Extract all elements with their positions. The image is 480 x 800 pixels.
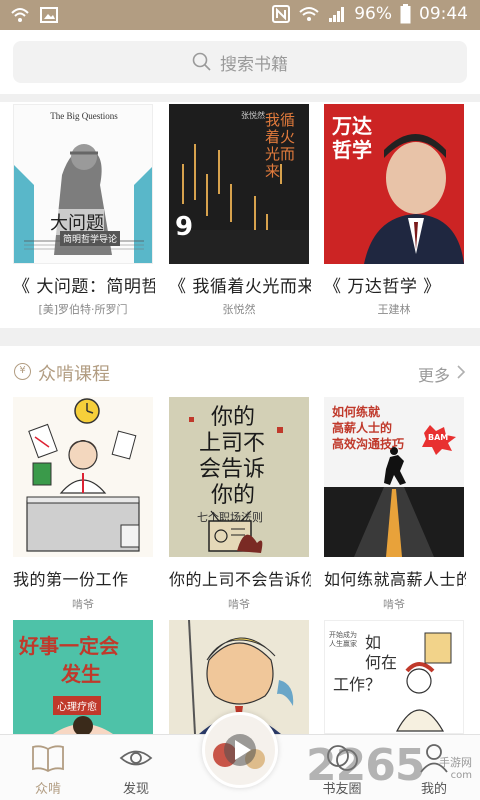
chevron-right-icon[interactable] [456,364,466,380]
course-card[interactable]: 我的第一份工作 啃爷 [13,397,153,612]
eye-icon [119,750,153,766]
course-cover[interactable]: 你的 上司不 会告诉 你的 七个职场法则 [169,397,309,557]
book-title[interactable]: 《 大问题：简明哲学导论 [13,272,155,297]
cover-title: 我循着火光而来 [265,111,296,180]
book-icon [32,745,64,773]
search-area: 搜索书籍 [0,30,480,94]
course-cover[interactable]: 好事一定会 发生 心理疗愈 [13,620,153,734]
coin-icon: ¥ [14,363,31,380]
book-cover[interactable]: 万达哲学 [324,104,464,264]
cover-title-en: The Big Questions [50,111,118,121]
watermark: 2265 手游网 com [306,740,476,796]
watermark-number: 2265 [306,740,425,791]
battery-percent: 96% [354,4,392,24]
cover-line: 如何练就 [332,405,381,419]
course-card[interactable]: 开始成为人生赢家 如 何在 工作？ [324,620,464,734]
search-input[interactable]: 搜索书籍 [13,41,467,83]
cover-number: 9 [175,212,194,242]
battery-icon [400,4,411,24]
course-cover[interactable]: 开始成为人生赢家 如 何在 工作？ [324,620,464,734]
course-title[interactable]: 如何练就高薪人士的高效沟通技巧 [324,566,466,590]
cover-bubble: BAM [428,433,449,442]
book-cover[interactable]: The Big Questions 大问题 简明哲学导论 [13,104,153,264]
book-card[interactable]: 万达哲学 《 万达哲学 》 王建林 [324,104,464,317]
nav-item-zhongken[interactable]: 众啃 [0,735,96,800]
nav-label: 众啃 [34,782,61,797]
course-card[interactable]: 好事一定会 发生 心理疗愈 [13,620,153,734]
book-author: 张悦然 [222,303,256,316]
wifi-icon [11,8,29,22]
watermark-url: com [450,770,472,781]
more-link[interactable]: 更多 [418,362,450,386]
book-title[interactable]: 《 万达哲学 》 [324,272,466,297]
cover-subtitle: 简明哲学导论 [60,231,121,246]
section-title: 众啃课程 [38,364,110,385]
divider [0,94,480,102]
search-icon [192,52,211,71]
search-placeholder: 搜索书籍 [220,54,288,75]
course-author: 啃爷 [383,598,405,611]
book-author: [美]罗伯特·所罗门 [38,303,128,316]
course-card[interactable]: 你的 上司不 会告诉 你的 七个职场法则 你的上司不会告诉你的 啃爷 [169,397,311,612]
book-card[interactable]: 我循着火光而来 张悦然 9 《 我循着火光而来 张悦然 [169,104,311,317]
book-card[interactable]: The Big Questions 大问题 简明哲学导论 《 大问题：简明哲学导… [13,104,155,317]
wifi-signal-icon [299,7,319,21]
cover-art [13,397,153,557]
book-cover[interactable]: 我循着火光而来 张悦然 9 [169,104,309,264]
course-cover[interactable]: 如何练就 高薪人士的 高效沟通技巧 BAM [324,397,464,557]
clock: 09:44 [419,4,468,24]
cover-title: 万达哲学 [332,114,372,162]
course-author: 啃爷 [228,598,250,611]
cover-author: 张悦然 [241,111,265,120]
image-icon [40,7,58,23]
course-author: 啃爷 [72,598,94,611]
divider [0,328,480,346]
watermark-suffix: 手游网 [439,756,472,769]
course-cover[interactable] [13,397,153,557]
book-author: 王建林 [377,303,411,316]
cover-art [189,417,283,553]
cover-line: 高效沟通技巧 [332,437,405,451]
cell-signal-icon [329,7,345,22]
nav-item-discover[interactable]: 发现 [88,735,184,800]
cover-line: 高薪人士的 [332,421,393,435]
status-bar: 96% 09:44 [0,0,480,30]
course-section-header: ¥ 众啃课程 更多 [0,350,480,394]
cover-art [53,716,113,734]
course-title[interactable]: 你的上司不会告诉你的 [169,566,311,590]
play-icon [213,734,265,769]
cover-art [396,632,452,732]
play-button[interactable] [202,712,278,788]
course-title[interactable]: 我的第一份工作 [13,566,155,590]
course-card[interactable]: 如何练就 高薪人士的 高效沟通技巧 BAM 如何练就高薪人士的高效沟通技巧 啃爷 [324,397,466,612]
nav-label: 发现 [122,782,149,797]
book-title[interactable]: 《 我循着火光而来 [169,272,311,297]
nfc-icon [272,5,291,23]
